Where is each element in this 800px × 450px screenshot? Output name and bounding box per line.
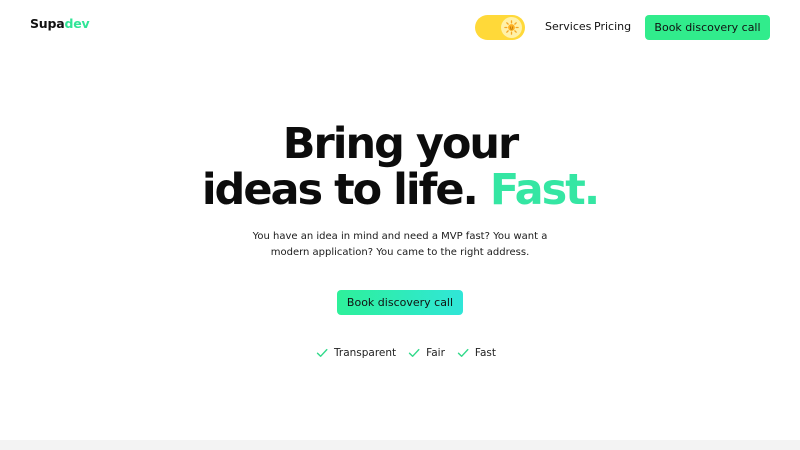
feature-item: Fair	[408, 347, 445, 359]
nav-link-pricing[interactable]: Pricing	[594, 19, 631, 35]
check-icon	[457, 348, 469, 357]
nav-link-services[interactable]: Services	[545, 19, 591, 35]
logo-text-primary: Supa	[30, 16, 65, 31]
hero-book-call-button[interactable]: Book discovery call	[337, 290, 463, 315]
check-icon	[316, 348, 328, 357]
feature-label: Transparent	[334, 347, 397, 359]
feature-list: Transparent Fair Fast	[316, 345, 496, 361]
hero-subtitle: You have an idea in mind and need a MVP …	[250, 229, 550, 261]
sun-icon	[501, 17, 522, 38]
feature-label: Fast	[474, 347, 497, 359]
header-book-call-button[interactable]: Book discovery call	[645, 15, 770, 40]
hero-headline-line2: ideas to life. Fast.	[0, 167, 800, 213]
hero-headline-text: ideas to life.	[201, 165, 479, 215]
theme-toggle[interactable]	[475, 15, 525, 40]
brand-logo[interactable]: Supadev	[30, 15, 90, 33]
hero-subtitle-line2: modern application? You came to the righ…	[270, 247, 530, 258]
next-section-edge	[0, 440, 800, 450]
check-icon	[408, 348, 420, 357]
feature-label: Fair	[426, 347, 445, 359]
hero-headline-accent: Fast.	[489, 165, 600, 215]
hero-subtitle-line1: You have an idea in mind and need a MVP …	[252, 231, 548, 242]
hero-headline-line1: Bring your	[282, 119, 519, 169]
logo-text-accent: dev	[64, 16, 90, 31]
feature-item: Transparent	[316, 347, 396, 359]
feature-item: Fast	[457, 347, 496, 359]
landing-page: Supadev Services Pricing Book discovery …	[0, 0, 800, 450]
